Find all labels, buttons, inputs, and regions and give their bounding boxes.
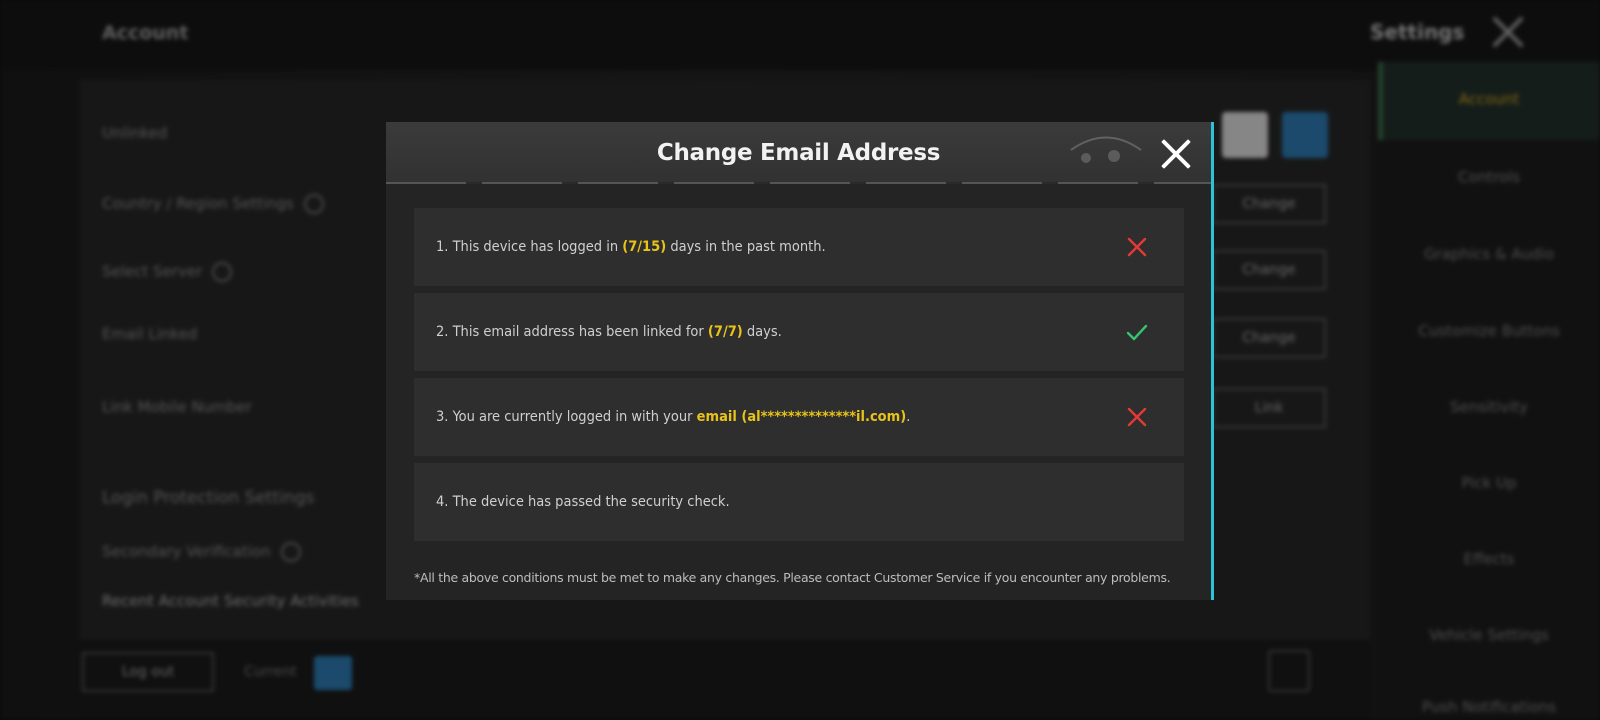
condition-text: 4. The device has passed the security ch… xyxy=(436,494,730,510)
condition-text: 2. This email address has been linked fo… xyxy=(436,324,782,340)
condition-text: 3. You are currently logged in with your… xyxy=(436,409,911,425)
condition-highlight: (7/15) xyxy=(622,239,667,255)
x-icon xyxy=(1127,407,1147,427)
condition-row: 4. The device has passed the security ch… xyxy=(414,463,1184,541)
close-icon[interactable] xyxy=(1156,134,1196,174)
condition-row: 1. This device has logged in (7/15) days… xyxy=(414,208,1184,286)
conditions-footnote: *All the above conditions must be met to… xyxy=(414,570,1171,585)
condition-row: 2. This email address has been linked fo… xyxy=(414,293,1184,371)
check-icon xyxy=(1126,324,1148,341)
condition-highlight: (7/7) xyxy=(707,324,743,340)
condition-row: 3. You are currently logged in with your… xyxy=(414,378,1184,456)
condition-text: 1. This device has logged in (7/15) days… xyxy=(436,239,826,255)
x-icon xyxy=(1127,237,1147,257)
dialog-title: Change Email Address xyxy=(656,140,941,166)
condition-highlight: email (al**************il.com) xyxy=(696,409,907,425)
change-email-dialog: Change Email Address 1. This device has … xyxy=(386,122,1214,600)
